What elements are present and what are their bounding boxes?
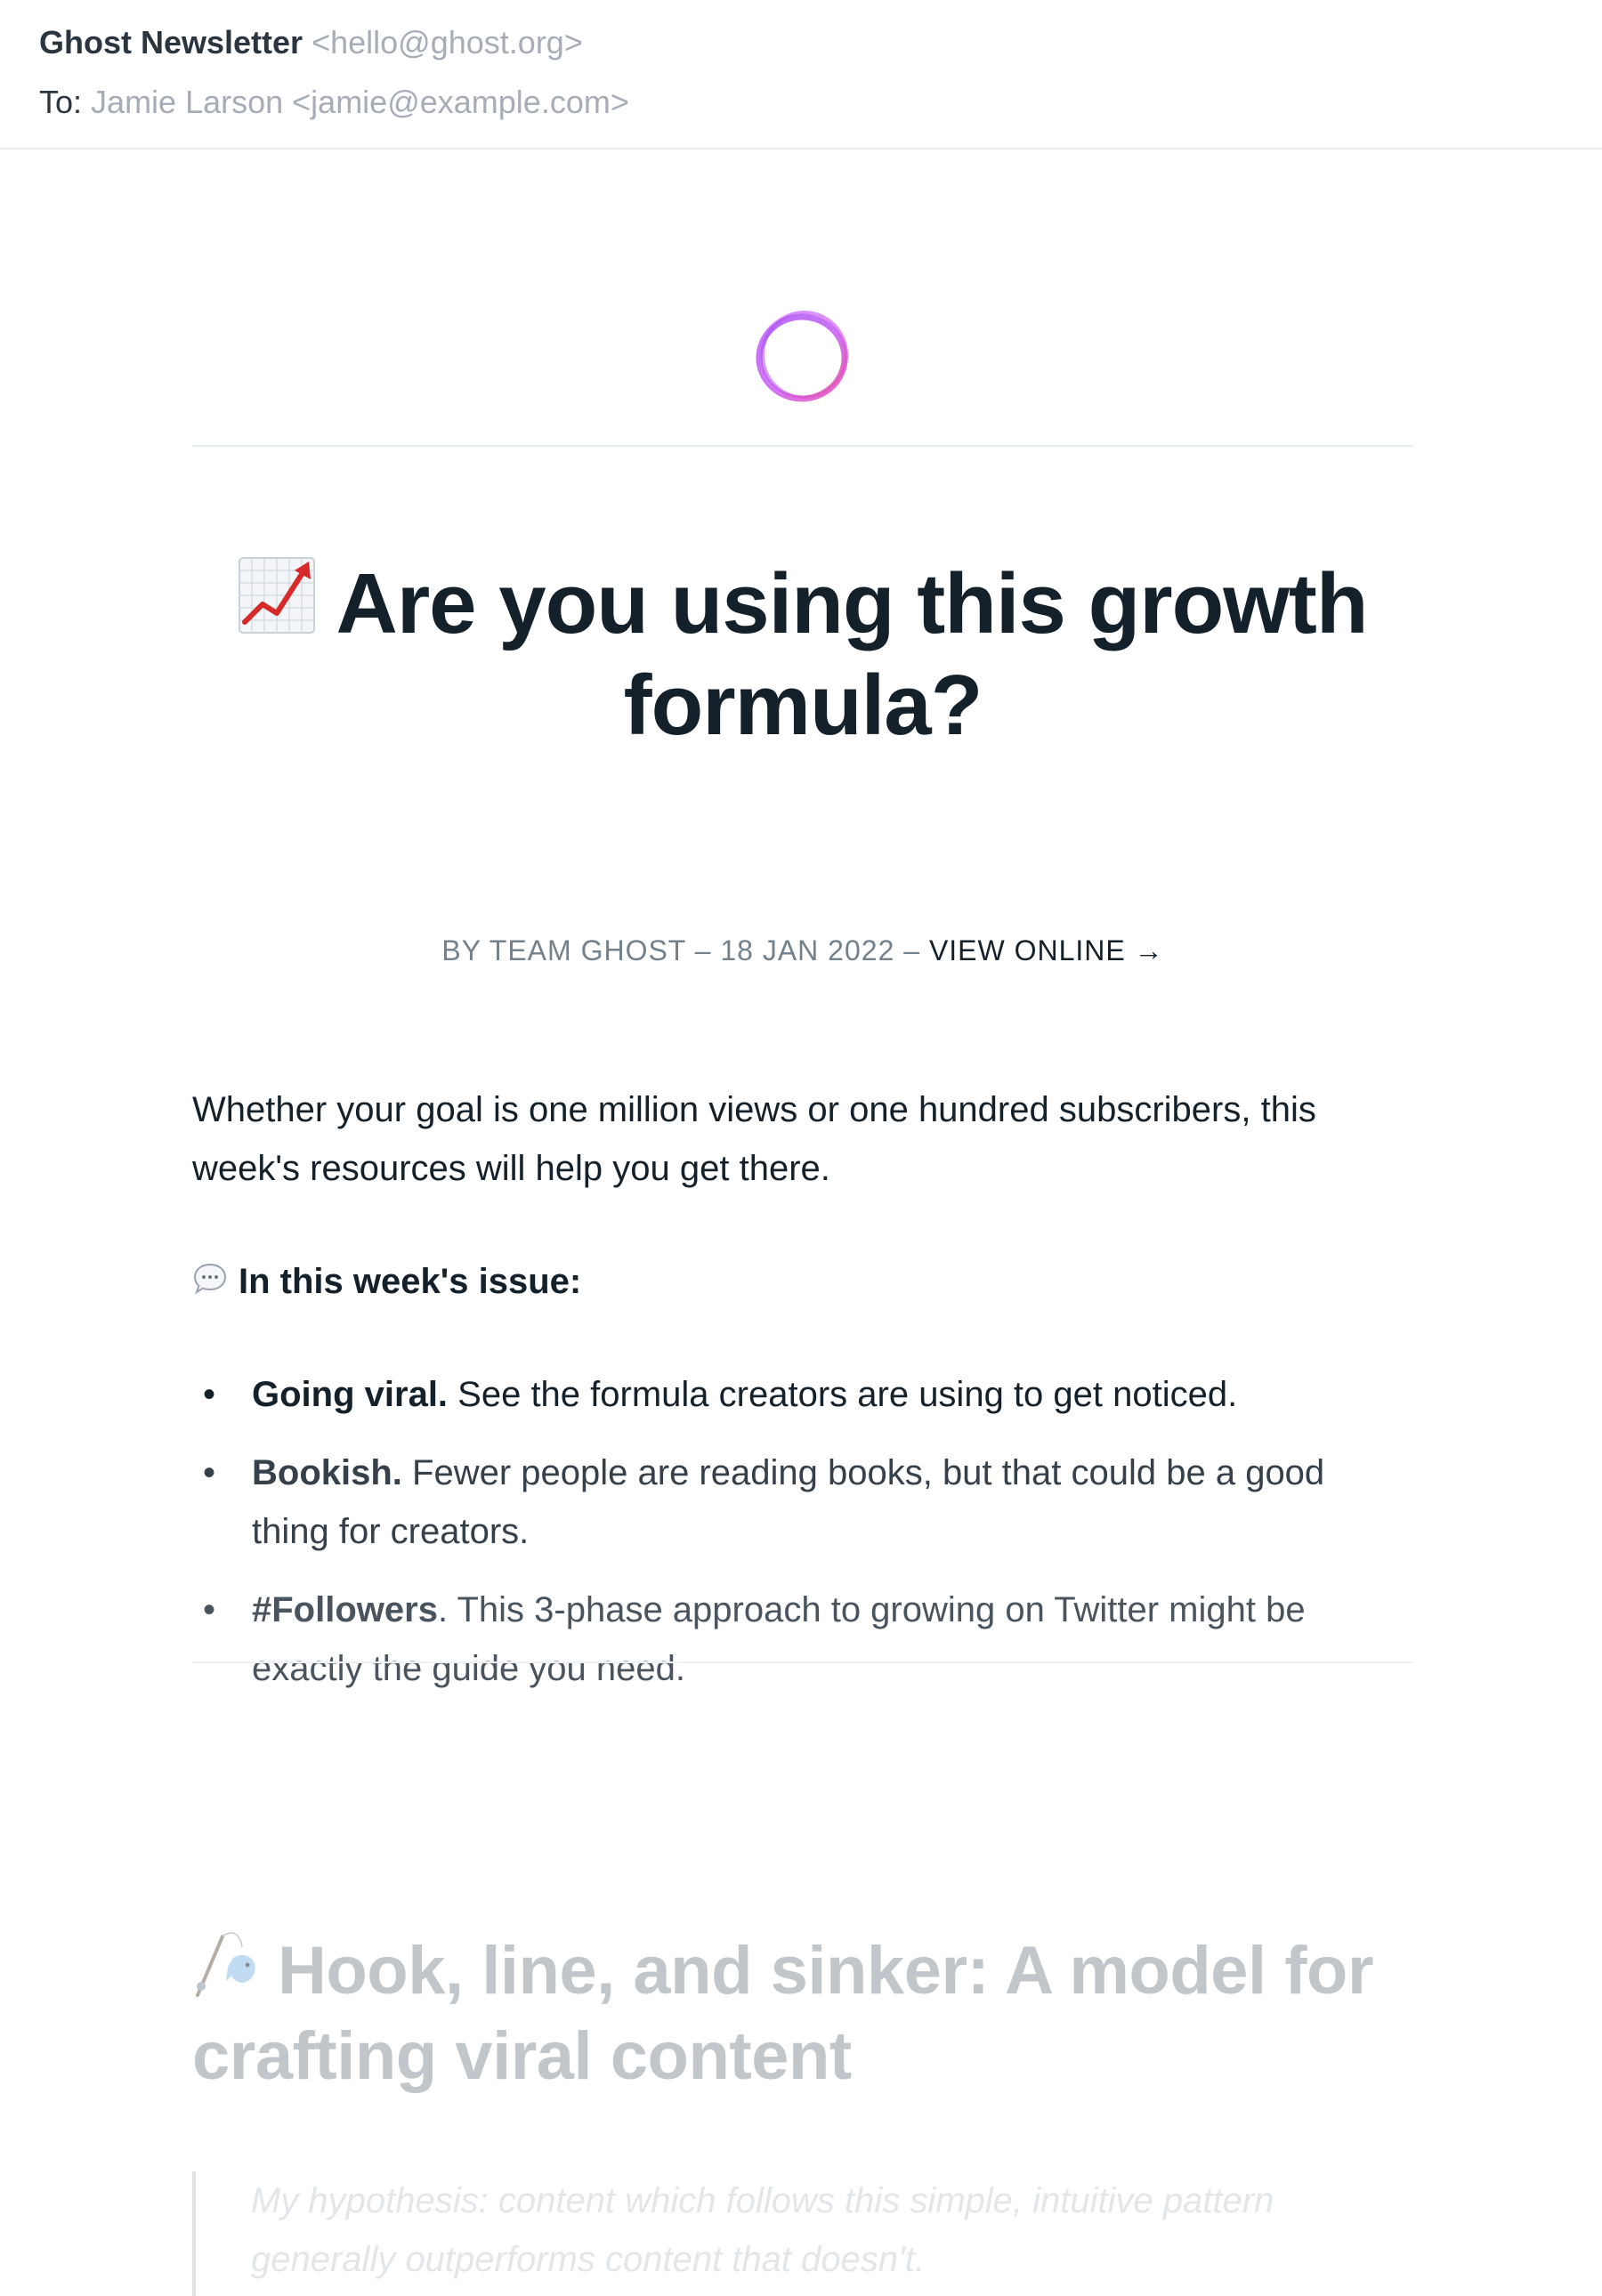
item-lead: #Followers [252, 1590, 438, 1629]
bullet: • [203, 1590, 216, 1629]
ghost-ring-logo-icon[interactable] [749, 303, 858, 411]
speech-bubble-icon [192, 1261, 228, 1297]
from-line: Ghost Newsletter <hello@ghost.org> [39, 21, 583, 64]
issue-heading: In this week's issue: [192, 1258, 581, 1305]
section-divider [192, 1661, 1413, 1663]
section-title-text: Hook, line, and sinker: A model for craf… [192, 1933, 1374, 2094]
item-lead: Going viral. [252, 1375, 449, 1414]
issue-list: • Going viral. See the formula creators … [192, 1365, 1349, 1718]
header-divider [192, 445, 1413, 447]
newsletter-body: Are you using this growth formula? BY TE… [192, 150, 1413, 2296]
blockquote: My hypothesis: content which follows thi… [192, 2171, 1413, 2296]
email-header: Ghost Newsletter <hello@ghost.org> To: J… [0, 0, 1602, 150]
section-title: Hook, line, and sinker: A model for craf… [192, 1928, 1413, 2099]
bullet: • [203, 1453, 216, 1492]
list-item: • Bookish. Fewer people are reading book… [192, 1443, 1349, 1561]
to-line: To: Jamie Larson <jamie@example.com> [39, 81, 629, 124]
byline-meta: BY TEAM GHOST – 18 JAN 2022 – [441, 934, 929, 966]
recipient[interactable]: Jamie Larson <jamie@example.com> [91, 84, 629, 120]
item-text: Fewer people are reading books, but that… [252, 1453, 1325, 1551]
chart-increasing-icon [238, 553, 316, 638]
title-text: Are you using this growth formula? [336, 556, 1368, 753]
to-label: To: [39, 84, 83, 120]
byline: BY TEAM GHOST – 18 JAN 2022 – VIEW ONLIN… [192, 933, 1413, 968]
item-text: See the formula creators are using to ge… [448, 1375, 1238, 1414]
fishing-pole-icon [192, 1928, 262, 1999]
issue-heading-text: In this week's issue: [239, 1262, 582, 1301]
sender-name[interactable]: Ghost Newsletter [39, 24, 303, 61]
view-online-link[interactable]: VIEW ONLINE → [929, 934, 1164, 966]
newsletter-title: Are you using this growth formula? [192, 553, 1413, 756]
item-lead: Bookish. [252, 1453, 402, 1492]
intro-paragraph: Whether your goal is one million views o… [192, 1090, 1316, 1188]
list-item: • #Followers. This 3-phase approach to g… [192, 1581, 1349, 1698]
bullet: • [203, 1375, 216, 1414]
list-item: • Going viral. See the formula creators … [192, 1365, 1349, 1424]
sender-email[interactable]: <hello@ghost.org> [312, 24, 583, 61]
